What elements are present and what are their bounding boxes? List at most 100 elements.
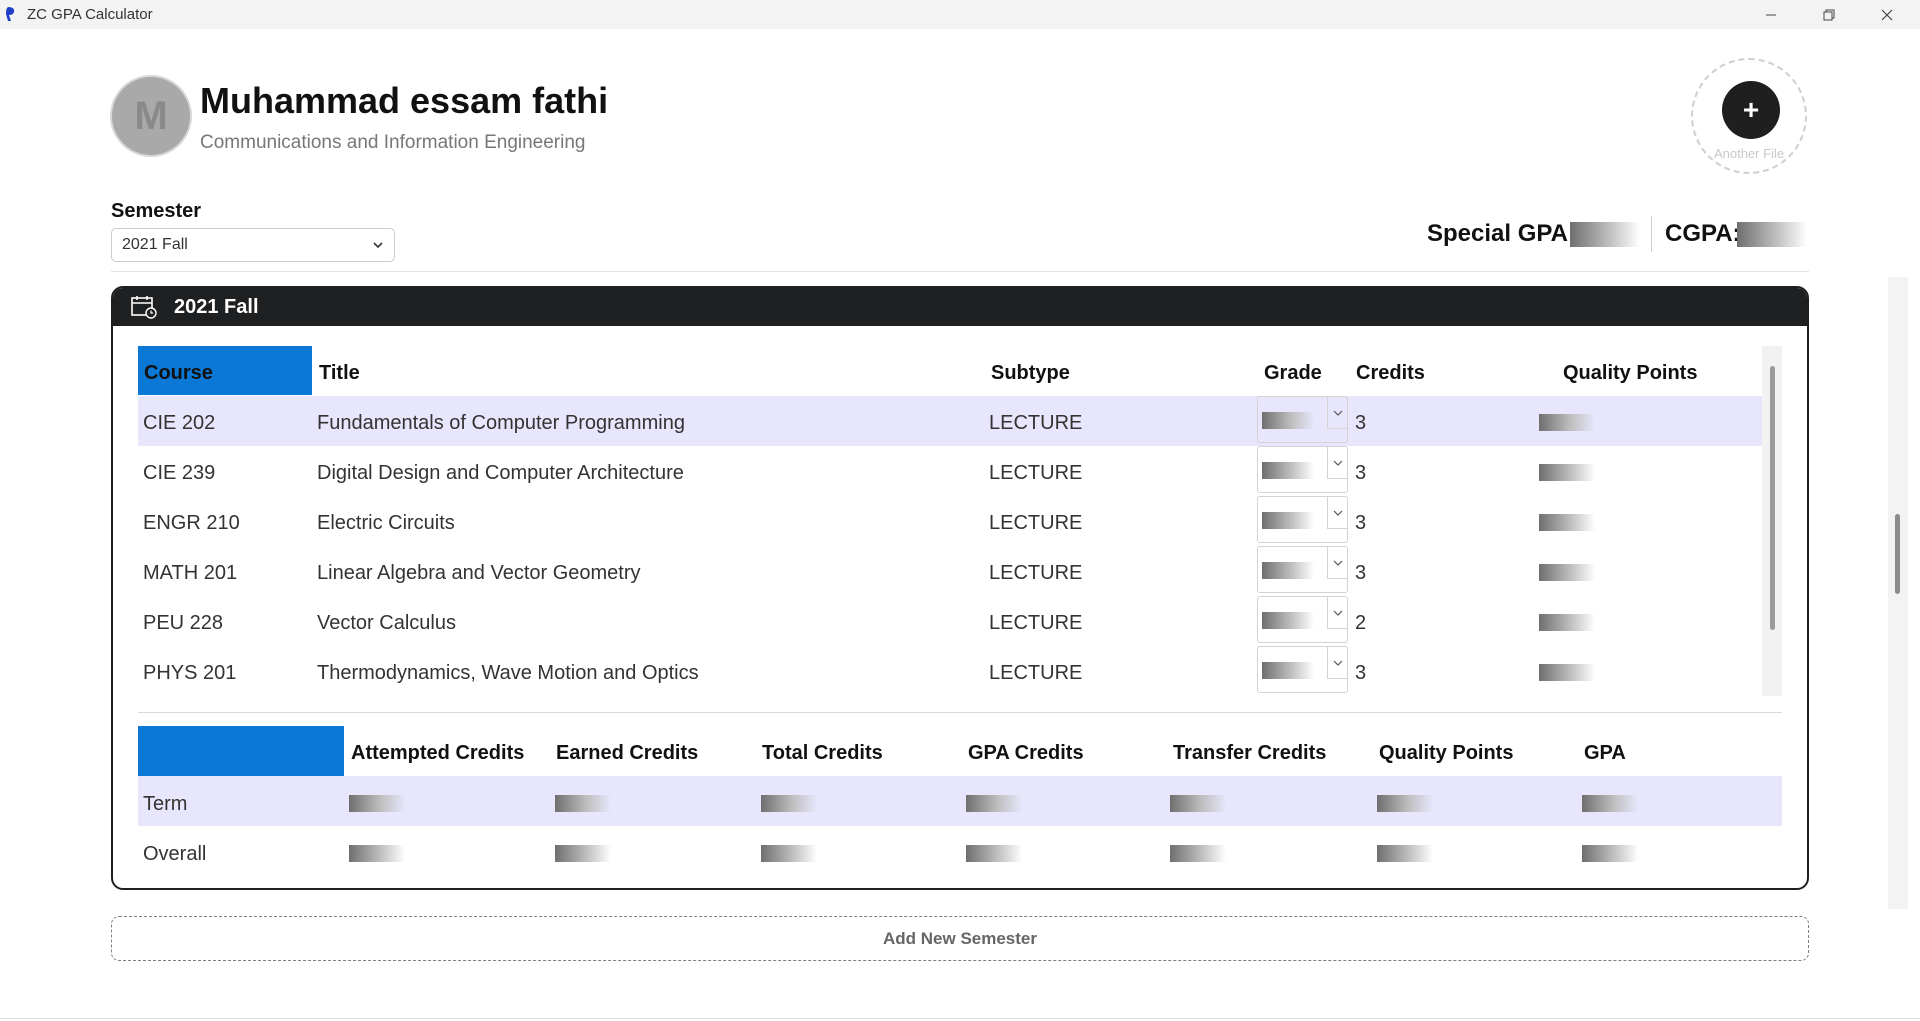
cgpa-value-redacted: [1737, 222, 1807, 247]
col-attempted-credits: Attempted Credits: [351, 742, 525, 764]
minimize-button[interactable]: [1742, 0, 1800, 29]
quality-points-redacted: [1539, 514, 1595, 531]
course-title: Vector Calculus: [317, 612, 456, 634]
another-file-label: Another File: [1713, 146, 1785, 161]
avatar: M: [112, 77, 190, 155]
course-subtype: LECTURE: [989, 662, 1083, 684]
chevron-down-icon: [1327, 447, 1347, 479]
window-bottom-border: [0, 1018, 1920, 1019]
overall-quality-points-redacted: [1377, 845, 1433, 862]
grade-select[interactable]: [1257, 396, 1348, 443]
grade-value-redacted: [1262, 662, 1314, 679]
chevron-down-icon: [1327, 597, 1347, 629]
special-gpa-label: Special GPA:: [1427, 220, 1576, 247]
chevron-down-icon: [1327, 647, 1347, 679]
grade-value-redacted: [1262, 412, 1314, 429]
term-earned-redacted: [555, 795, 611, 812]
course-subtype: LECTURE: [989, 562, 1083, 584]
semester-card-header: 2021 Fall: [113, 288, 1807, 326]
grade-select[interactable]: [1257, 546, 1348, 593]
grade-select[interactable]: [1257, 496, 1348, 543]
col-credits: Credits: [1356, 362, 1425, 384]
overall-row-label: Overall: [143, 843, 207, 865]
col-course: Course: [144, 362, 213, 384]
page-scroll-thumb[interactable]: [1895, 514, 1900, 594]
another-file-area[interactable]: + Another File: [1691, 58, 1807, 174]
course-credits: 2: [1355, 612, 1367, 634]
term-gpa-credits-redacted: [966, 795, 1022, 812]
semester-selected-value: 2021 Fall: [122, 236, 188, 253]
course-code: PHYS 201: [143, 662, 237, 684]
cgpa-label: CGPA:: [1665, 220, 1741, 247]
special-gpa-value-redacted: [1570, 222, 1640, 247]
course-code: CIE 202: [143, 412, 216, 434]
calendar-icon: [131, 296, 157, 319]
col-earned-credits: Earned Credits: [556, 742, 699, 764]
table-divider: [138, 712, 1782, 713]
grade-value-redacted: [1262, 512, 1314, 529]
col-gpa-credits: GPA Credits: [968, 742, 1084, 764]
add-new-semester-button[interactable]: Add New Semester: [111, 916, 1809, 961]
course-code: CIE 239: [143, 462, 216, 484]
col-total-credits: Total Credits: [762, 742, 883, 764]
overall-gpa-credits-redacted: [966, 845, 1022, 862]
student-major: Communications and Information Engineeri…: [200, 132, 586, 153]
term-gpa-redacted: [1582, 795, 1638, 812]
course-subtype: LECTURE: [989, 612, 1083, 634]
course-code: ENGR 210: [143, 512, 240, 534]
divider: [111, 271, 1809, 272]
term-quality-points-redacted: [1377, 795, 1433, 812]
grade-value-redacted: [1262, 562, 1314, 579]
course-credits: 3: [1355, 462, 1367, 484]
term-transfer-redacted: [1170, 795, 1226, 812]
semester-select[interactable]: 2021 Fall: [111, 228, 395, 262]
course-credits: 3: [1355, 662, 1367, 684]
student-name: Muhammad essam fathi: [200, 80, 609, 121]
chevron-down-icon: [1327, 497, 1347, 529]
grade-select[interactable]: [1257, 446, 1348, 493]
course-title: Thermodynamics, Wave Motion and Optics: [317, 662, 699, 684]
semester-label: Semester: [111, 200, 202, 222]
close-button[interactable]: [1858, 0, 1916, 29]
course-table-scroll-thumb[interactable]: [1770, 366, 1775, 630]
term-total-redacted: [761, 795, 817, 812]
course-credits: 3: [1355, 562, 1367, 584]
grade-select[interactable]: [1257, 646, 1348, 693]
course-subtype: LECTURE: [989, 462, 1083, 484]
restore-icon: [1823, 9, 1835, 20]
course-title: Fundamentals of Computer Programming: [317, 412, 685, 434]
course-code: MATH 201: [143, 562, 238, 584]
semester-card-title: 2021 Fall: [174, 296, 259, 318]
col-transfer-credits: Transfer Credits: [1173, 742, 1327, 764]
course-subtype: LECTURE: [989, 412, 1083, 434]
grade-value-redacted: [1262, 612, 1314, 629]
term-attempted-redacted: [349, 795, 405, 812]
restore-button[interactable]: [1800, 0, 1858, 29]
chevron-down-icon: [1327, 547, 1347, 579]
col-grade: Grade: [1264, 362, 1322, 384]
add-file-button[interactable]: +: [1722, 81, 1780, 139]
overall-total-redacted: [761, 845, 817, 862]
col-quality-points: Quality Points: [1563, 362, 1698, 384]
grade-value-redacted: [1262, 462, 1314, 479]
gpa-divider: [1651, 216, 1652, 252]
course-code: PEU 228: [143, 612, 224, 634]
window-title: ZC GPA Calculator: [27, 6, 153, 23]
quality-points-redacted: [1539, 664, 1595, 681]
quality-points-redacted: [1539, 414, 1595, 431]
close-icon: [1881, 9, 1893, 20]
course-title: Electric Circuits: [317, 512, 455, 534]
app-icon: [6, 7, 15, 21]
chevron-down-icon: [1327, 397, 1347, 429]
col-title: Title: [319, 362, 360, 384]
quality-points-redacted: [1539, 614, 1595, 631]
course-subtype: LECTURE: [989, 512, 1083, 534]
overall-gpa-redacted: [1582, 845, 1638, 862]
minimize-icon: [1766, 14, 1776, 15]
course-title: Digital Design and Computer Architecture: [317, 462, 684, 484]
overall-earned-redacted: [555, 845, 611, 862]
grade-select[interactable]: [1257, 596, 1348, 643]
term-row-label: Term: [143, 793, 188, 815]
overall-transfer-redacted: [1170, 845, 1226, 862]
totals-header-bg: [138, 726, 344, 776]
